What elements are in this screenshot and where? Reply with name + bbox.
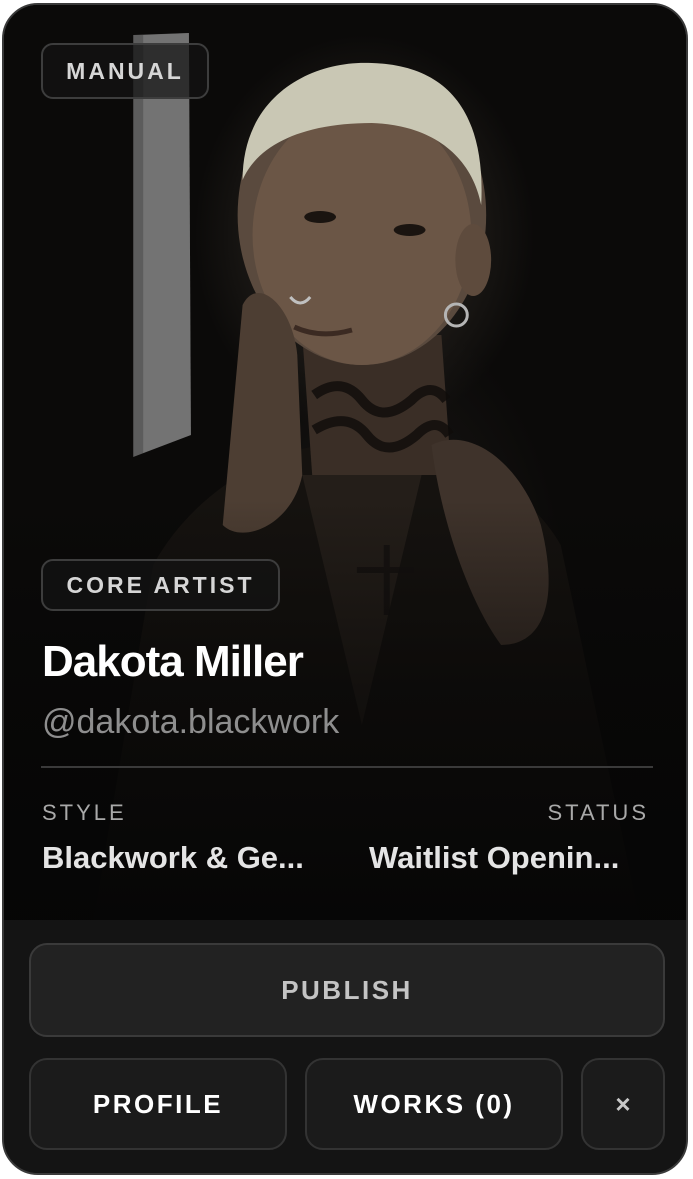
card-actions: PUBLISH PROFILE WORKS (0) × (4, 920, 686, 1173)
works-button[interactable]: WORKS (0) (305, 1058, 563, 1150)
status-label: STATUS (547, 800, 649, 825)
artist-handle: @dakota.blackwork (42, 703, 340, 741)
artist-photo: MANUAL CORE ARTIST Dakota Miller @dakota… (4, 5, 686, 920)
manual-badge: MANUAL (41, 43, 209, 99)
artist-card: MANUAL CORE ARTIST Dakota Miller @dakota… (2, 3, 688, 1175)
style-label: STYLE (42, 800, 127, 825)
close-icon: × (615, 1088, 631, 1119)
divider (41, 766, 653, 768)
core-artist-badge: CORE ARTIST (41, 559, 280, 611)
artist-name: Dakota Miller (42, 637, 304, 686)
close-button[interactable]: × (581, 1058, 665, 1150)
status-value: Waitlist Openin... (369, 840, 620, 875)
profile-button[interactable]: PROFILE (29, 1058, 287, 1150)
publish-button[interactable]: PUBLISH (29, 943, 665, 1037)
style-value: Blackwork & Ge... (42, 840, 304, 875)
